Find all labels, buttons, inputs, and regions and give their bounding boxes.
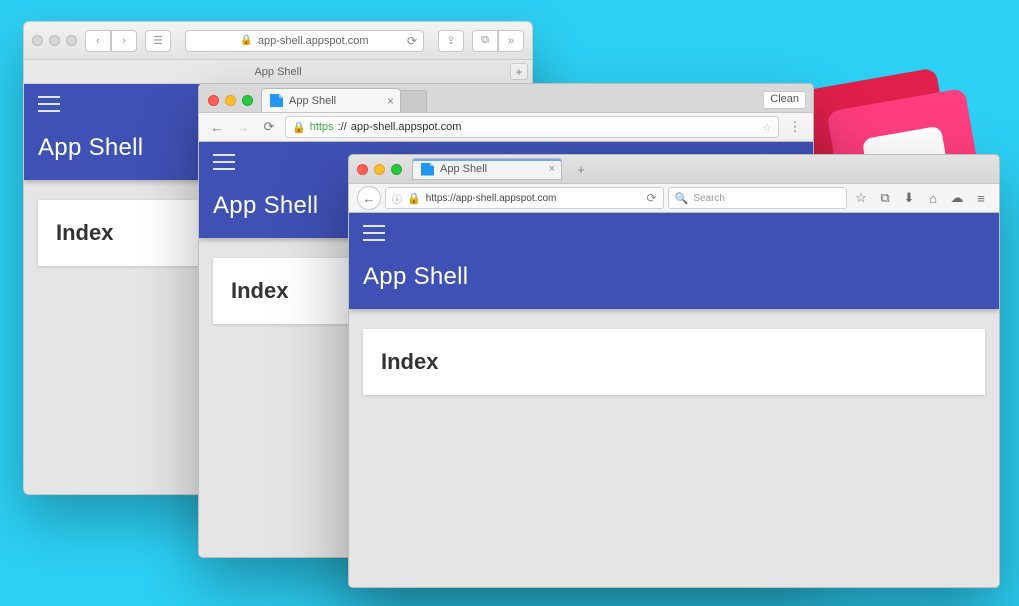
lock-icon: 🔒	[407, 192, 421, 205]
tab-label[interactable]: App Shell	[254, 66, 301, 78]
app-title: App Shell	[363, 263, 985, 291]
share-button[interactable]: ⇪	[438, 30, 464, 52]
safari-titlebar: ‹ › ☰ 🔒 app-shell.appspot.com ⟳ ⇪ ⧉ »	[24, 22, 532, 60]
content-heading: Index	[381, 349, 967, 375]
forward-button[interactable]: →	[233, 117, 253, 137]
url-sep: ://	[338, 121, 347, 133]
address-text: app-shell.appspot.com	[258, 35, 369, 47]
home-icon[interactable]: ⌂	[923, 187, 943, 209]
window-controls[interactable]	[32, 35, 77, 46]
maximize-icon[interactable]	[391, 164, 402, 175]
menu-icon[interactable]: ≡	[971, 187, 991, 209]
close-icon[interactable]	[357, 164, 368, 175]
minimize-icon[interactable]	[374, 164, 385, 175]
url-scheme: https	[310, 121, 334, 133]
lock-icon: 🔒	[240, 35, 252, 46]
window-controls[interactable]	[208, 95, 253, 106]
browser-tab[interactable]: App Shell ×	[261, 88, 401, 112]
library-icon[interactable]: ⧉	[875, 187, 895, 209]
close-tab-icon[interactable]: ×	[549, 163, 555, 175]
url-rest: app-shell.appspot.com	[351, 121, 462, 133]
minimize-icon[interactable]	[225, 95, 236, 106]
back-button[interactable]: ←	[207, 117, 227, 137]
address-bar[interactable]: ⓘ 🔒 https://app-shell.appspot.com ⟳	[385, 187, 664, 209]
lock-icon: 🔒	[292, 121, 306, 134]
new-tab-button[interactable]: +	[510, 63, 528, 80]
forward-button[interactable]: ›	[111, 30, 137, 52]
menu-button[interactable]: ⋮	[785, 117, 805, 137]
background-tab[interactable]	[397, 90, 427, 112]
menu-icon[interactable]	[38, 96, 60, 112]
menu-icon[interactable]	[363, 225, 385, 241]
reload-icon[interactable]: ⟳	[407, 34, 417, 48]
pocket-icon[interactable]: ☁	[947, 187, 967, 209]
tab-label: App Shell	[289, 95, 336, 107]
safari-tabbar: App Shell +	[24, 60, 532, 84]
clean-button[interactable]: Clean	[763, 91, 806, 109]
menu-icon[interactable]	[213, 154, 235, 170]
back-button[interactable]: ←	[357, 186, 381, 210]
address-bar[interactable]: 🔒 app-shell.appspot.com ⟳	[185, 30, 424, 52]
search-placeholder: Search	[693, 193, 725, 204]
firefox-content: App Shell Index	[349, 213, 999, 587]
bookmark-icon[interactable]: ☆	[762, 121, 772, 134]
back-button[interactable]: ‹	[85, 30, 111, 52]
download-icon[interactable]: ⬇	[899, 187, 919, 209]
tabs-button[interactable]: ⧉	[472, 30, 498, 52]
reload-button[interactable]: ⟳	[259, 117, 279, 137]
minimize-icon[interactable]	[49, 35, 60, 46]
new-tab-button[interactable]: +	[572, 160, 590, 178]
firefox-window: App Shell × + ← ⓘ 🔒 https://app-shell.ap…	[348, 154, 1000, 588]
nav-buttons: ‹ ›	[85, 30, 137, 52]
tab-label: App Shell	[440, 163, 487, 175]
search-bar[interactable]: 🔍 Search	[668, 187, 847, 209]
info-icon[interactable]: ⓘ	[392, 191, 402, 206]
close-icon[interactable]	[32, 35, 43, 46]
content-card: Index	[363, 329, 985, 395]
close-tab-icon[interactable]: ×	[387, 94, 394, 108]
window-controls[interactable]	[357, 164, 402, 175]
favicon-icon	[421, 163, 434, 176]
search-icon: 🔍	[675, 192, 689, 205]
sidebar-button[interactable]: ☰	[145, 30, 171, 52]
maximize-icon[interactable]	[242, 95, 253, 106]
firefox-tabstrip: App Shell × +	[349, 155, 999, 183]
reload-icon[interactable]: ⟳	[647, 191, 657, 205]
more-button[interactable]: »	[498, 30, 524, 52]
chrome-tabstrip: App Shell × Clean	[199, 84, 813, 112]
firefox-toolbar: ← ⓘ 🔒 https://app-shell.appspot.com ⟳ 🔍 …	[349, 183, 999, 213]
close-icon[interactable]	[208, 95, 219, 106]
bookmark-icon[interactable]: ☆	[851, 187, 871, 209]
favicon-icon	[270, 94, 283, 107]
app-header: App Shell	[349, 213, 999, 309]
chrome-toolbar: ← → ⟳ 🔒 https://app-shell.appspot.com ☆ …	[199, 112, 813, 142]
browser-tab[interactable]: App Shell ×	[412, 158, 562, 180]
maximize-icon[interactable]	[66, 35, 77, 46]
address-bar[interactable]: 🔒 https :// app-shell.appspot.com ☆	[285, 116, 779, 138]
url-text: https://app-shell.appspot.com	[426, 193, 557, 204]
